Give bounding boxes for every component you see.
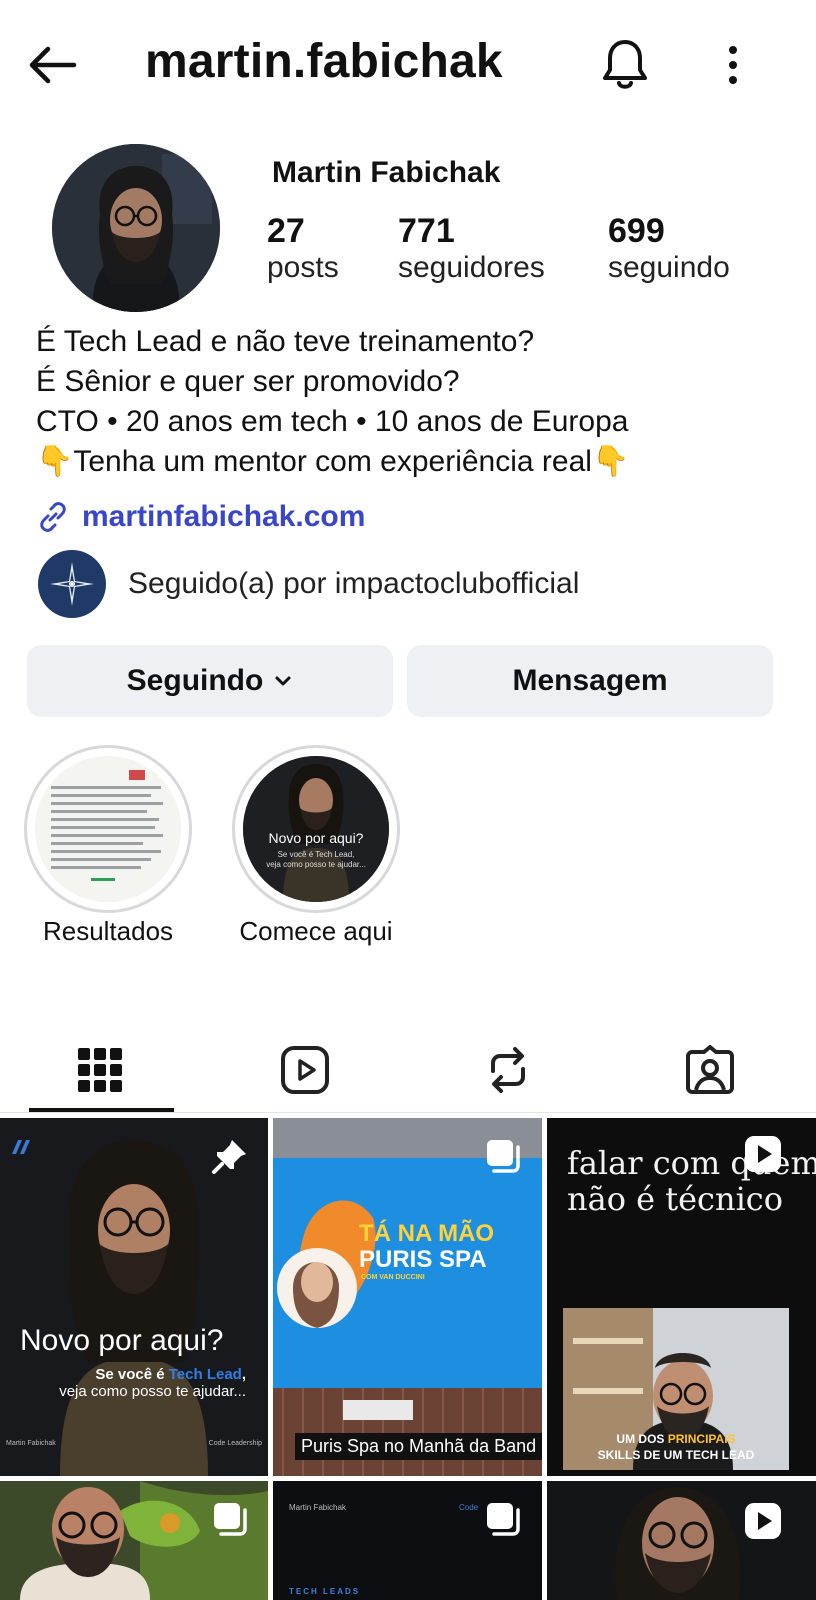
arrow-left-icon: [29, 46, 77, 84]
bio-line: CTO • 20 anos em tech • 10 anos de Europ…: [36, 405, 629, 438]
posts-stat[interactable]: 27 posts: [267, 212, 339, 285]
following-button[interactable]: Seguindo: [27, 645, 393, 717]
reel-icon: [745, 1136, 781, 1172]
pin-icon: [212, 1140, 246, 1174]
profile-username: martin.fabichak: [145, 35, 503, 88]
following-count: 699: [608, 212, 665, 250]
highlight-cover: [35, 756, 181, 902]
post-footer: Code Leadership: [208, 1440, 262, 1447]
tab-tagged[interactable]: [630, 1028, 790, 1112]
reposts-icon: [491, 1047, 525, 1093]
reels-icon: [281, 1046, 329, 1094]
highlight-cover-sub: veja como posso te ajudar...: [266, 860, 366, 869]
more-options-button[interactable]: [718, 38, 748, 92]
post-text: não é técnico: [567, 1180, 783, 1218]
highlight-resultados[interactable]: [24, 745, 192, 913]
post-tv-text: PURIS SPA: [359, 1246, 487, 1273]
tabs-divider: [0, 1112, 816, 1113]
highlight-label: Resultados: [42, 916, 174, 946]
notifications-button[interactable]: [600, 36, 650, 92]
grid-post[interactable]: Martin Fabichak Code TECH LEADS: [273, 1481, 542, 1600]
link-icon: [40, 502, 66, 532]
post-caption: SKILLS DE UM TECH LEAD: [597, 1448, 755, 1462]
post-tv-text: COM VAN DUCCINI: [361, 1274, 425, 1281]
posts-count: 27: [267, 212, 305, 250]
grid-post[interactable]: [547, 1481, 816, 1600]
post-header: Code: [459, 1503, 479, 1512]
followed-by[interactable]: Seguido(a) por impactoclubofficial: [38, 550, 579, 618]
highlight-cover-title: Novo por aqui?: [268, 830, 364, 846]
highlight-comece-aqui[interactable]: Novo por aqui? Se você é Tech Lead, veja…: [232, 745, 400, 913]
reel-icon: [745, 1503, 781, 1539]
bio-line: 👇Tenha um mentor com experiência real👇: [36, 445, 630, 478]
chevron-down-icon: [275, 676, 291, 686]
bio-line: É Tech Lead e não teve treinamento?: [36, 325, 535, 358]
grid-icon: [78, 1048, 122, 1092]
post-header: Martin Fabichak: [289, 1503, 346, 1512]
grid-post[interactable]: falar com quem não é técnico UM DOS PRIN…: [547, 1118, 816, 1476]
followed-by-text: Seguido(a) por impactoclubofficial: [128, 567, 580, 600]
bio-line: É Sênior e quer ser promovido?: [36, 365, 460, 398]
post-subtitle: Se você é Tech Lead,: [95, 1366, 246, 1383]
post-subtitle: veja como posso te ajudar...: [59, 1383, 246, 1400]
tagged-icon: [686, 1045, 734, 1094]
message-button[interactable]: Mensagem: [407, 645, 773, 717]
more-vertical-icon: [729, 46, 737, 84]
tab-reels[interactable]: [225, 1028, 385, 1112]
grid-post[interactable]: TÁ NA MÃO PURIS SPA COM VAN DUCCINI Puri…: [273, 1118, 542, 1476]
profile-avatar[interactable]: [52, 144, 220, 312]
post-tv-text: TÁ NA MÃO: [359, 1220, 495, 1247]
carousel-icon: [214, 1503, 247, 1536]
highlight-label: Comece aqui: [239, 916, 393, 946]
highlight-ring: Novo por aqui? Se você é Tech Lead, veja…: [232, 745, 400, 913]
grid-post[interactable]: [0, 1481, 268, 1600]
carousel-icon: [487, 1503, 520, 1536]
following-button-label: Seguindo: [126, 664, 264, 697]
post-footer: TECH LEADS: [289, 1587, 361, 1596]
post-caption: Puris Spa no Manhã da Band: [295, 1433, 542, 1460]
post-title: Novo por aqui?: [20, 1324, 224, 1357]
highlight-ring: [24, 745, 192, 913]
tab-reposts[interactable]: [428, 1028, 588, 1112]
highlight-cover: Novo por aqui? Se você é Tech Lead, veja…: [243, 756, 389, 902]
post-caption: UM DOS PRINCIPAIS: [616, 1432, 736, 1446]
message-button-label: Mensagem: [512, 664, 668, 697]
carousel-icon: [487, 1140, 520, 1173]
followers-count: 771: [398, 212, 455, 250]
posts-label: posts: [267, 251, 339, 284]
tab-posts-grid[interactable]: [20, 1028, 180, 1112]
post-footer: Martin Fabichak: [6, 1440, 56, 1447]
website-link[interactable]: martinfabichak.com: [36, 500, 365, 534]
compass-star-icon: [50, 562, 94, 606]
bell-icon: [603, 40, 647, 89]
follower-avatar: [38, 550, 106, 618]
following-label: seguindo: [608, 251, 730, 284]
followers-label: seguidores: [398, 251, 545, 284]
highlight-cover-sub: Se você é Tech Lead,: [277, 850, 355, 859]
grid-post[interactable]: Novo por aqui? Se você é Tech Lead, veja…: [0, 1118, 268, 1476]
website-link-text: martinfabichak.com: [82, 500, 366, 533]
avatar-photo: [52, 144, 220, 312]
following-stat[interactable]: 699 seguindo: [608, 212, 730, 285]
profile-full-name: Martin Fabichak: [272, 156, 501, 189]
followers-stat[interactable]: 771 seguidores: [398, 212, 545, 285]
back-button[interactable]: [22, 38, 82, 92]
